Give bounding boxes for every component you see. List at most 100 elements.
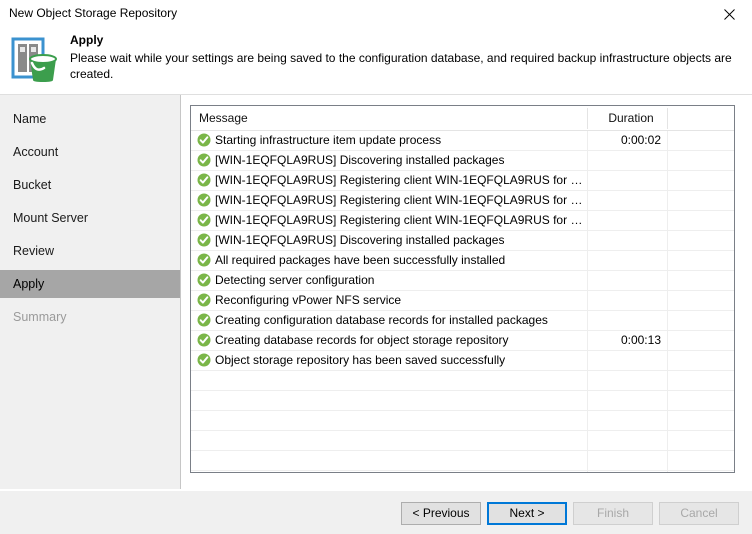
table-row[interactable]: [WIN-1EQFQLA9RUS] Registering client WIN…	[191, 171, 734, 191]
finish-button: Finish	[573, 502, 653, 525]
sidebar-item-summary: Summary	[13, 310, 67, 324]
sidebar-item-account[interactable]: Account	[0, 138, 180, 166]
row-message: Object storage repository has been saved…	[215, 353, 506, 367]
row-message: [WIN-1EQFQLA9RUS] Registering client WIN…	[215, 193, 583, 207]
row-divider-2	[667, 251, 668, 270]
table-row-empty	[191, 471, 734, 472]
row-divider-2	[667, 171, 668, 190]
table-row[interactable]: Detecting server configuration	[191, 271, 734, 291]
row-divider-1	[587, 251, 588, 270]
row-divider-2	[667, 211, 668, 230]
sidebar-item-apply[interactable]: Apply	[0, 270, 180, 298]
success-check-icon	[197, 333, 211, 347]
progress-list[interactable]: Message Duration Starting infrastructure…	[190, 105, 735, 473]
row-divider-2	[667, 471, 668, 472]
success-check-icon	[197, 233, 211, 247]
wizard-header: Apply Please wait while your settings ar…	[0, 28, 752, 95]
row-divider-1	[587, 131, 588, 150]
row-divider-2	[667, 371, 668, 390]
table-row[interactable]: [WIN-1EQFQLA9RUS] Registering client WIN…	[191, 191, 734, 211]
window-title: New Object Storage Repository	[9, 6, 178, 20]
header-divider-1[interactable]	[587, 108, 588, 129]
row-divider-1	[587, 451, 588, 470]
row-divider-1	[587, 171, 588, 190]
success-check-icon	[197, 353, 211, 367]
success-check-icon	[197, 313, 211, 327]
column-header-message[interactable]: Message	[199, 111, 248, 125]
row-message: Creating database records for object sto…	[215, 333, 509, 347]
table-row[interactable]: Creating database records for object sto…	[191, 331, 734, 351]
row-divider-2	[667, 391, 668, 410]
row-divider-1	[587, 231, 588, 250]
table-row[interactable]: All required packages have been successf…	[191, 251, 734, 271]
table-row[interactable]: Starting infrastructure item update proc…	[191, 131, 734, 151]
sidebar-item-mount-server[interactable]: Mount Server	[0, 204, 180, 232]
success-check-icon	[197, 193, 211, 207]
header-divider-2[interactable]	[667, 108, 668, 129]
row-divider-1	[587, 471, 588, 472]
success-check-icon	[197, 253, 211, 267]
wizard-step-sidebar: Name Account Bucket Mount Server Review Apply…	[0, 95, 181, 489]
success-check-icon	[197, 273, 211, 287]
sidebar-item-review[interactable]: Review	[0, 237, 180, 265]
row-divider-2	[667, 231, 668, 250]
table-row[interactable]: Reconfiguring vPower NFS service	[191, 291, 734, 311]
row-divider-2	[667, 151, 668, 170]
table-row-empty	[191, 411, 734, 431]
progress-list-body: Starting infrastructure item update proc…	[191, 131, 734, 472]
row-divider-2	[667, 311, 668, 330]
table-row[interactable]: [WIN-1EQFQLA9RUS] Discovering installed …	[191, 151, 734, 171]
table-row-empty	[191, 371, 734, 391]
close-icon	[723, 8, 735, 20]
row-message: All required packages have been successf…	[215, 253, 506, 267]
row-divider-1	[587, 391, 588, 410]
row-divider-1	[587, 351, 588, 370]
row-divider-2	[667, 331, 668, 350]
row-divider-1	[587, 311, 588, 330]
row-divider-2	[667, 271, 668, 290]
success-check-icon	[197, 173, 211, 187]
row-duration: 0:00:02	[620, 133, 661, 147]
row-message: Detecting server configuration	[215, 273, 375, 287]
cancel-button: Cancel	[659, 502, 739, 525]
page-description: Please wait while your settings are bein…	[70, 51, 732, 81]
table-row[interactable]: [WIN-1EQFQLA9RUS] Discovering installed …	[191, 231, 734, 251]
table-row[interactable]: [WIN-1EQFQLA9RUS] Registering client WIN…	[191, 211, 734, 231]
row-message: [WIN-1EQFQLA9RUS] Registering client WIN…	[215, 173, 583, 187]
sidebar-item-name[interactable]: Name	[0, 105, 180, 133]
row-message: Starting infrastructure item update proc…	[215, 133, 442, 147]
row-divider-2	[667, 351, 668, 370]
table-row-empty	[191, 431, 734, 451]
row-divider-1	[587, 291, 588, 310]
success-check-icon	[197, 293, 211, 307]
next-button[interactable]: Next >	[487, 502, 567, 525]
sidebar-item-bucket[interactable]: Bucket	[0, 171, 180, 199]
window-titlebar: New Object Storage Repository	[0, 0, 752, 28]
column-header-duration[interactable]: Duration	[595, 111, 667, 125]
row-divider-1	[587, 151, 588, 170]
row-divider-2	[667, 451, 668, 470]
success-check-icon	[197, 133, 211, 147]
progress-list-header: Message Duration	[191, 106, 734, 131]
row-divider-2	[667, 431, 668, 450]
table-row[interactable]: Object storage repository has been saved…	[191, 351, 734, 371]
page-title: Apply	[70, 33, 104, 47]
previous-button[interactable]: < Previous	[401, 502, 481, 525]
main-content: Message Duration Starting infrastructure…	[181, 95, 752, 489]
object-storage-repository-icon	[10, 35, 60, 85]
table-row[interactable]: Creating configuration database records …	[191, 311, 734, 331]
wizard-footer: < Previous Next > Finish Cancel	[0, 490, 752, 534]
close-button[interactable]	[706, 0, 752, 28]
success-check-icon	[197, 213, 211, 227]
row-message: [WIN-1EQFQLA9RUS] Discovering installed …	[215, 153, 505, 167]
row-duration: 0:00:13	[620, 333, 661, 347]
row-divider-1	[587, 271, 588, 290]
row-divider-1	[587, 331, 588, 350]
row-divider-1	[587, 211, 588, 230]
row-divider-2	[667, 191, 668, 210]
row-divider-2	[667, 291, 668, 310]
table-row-empty	[191, 391, 734, 411]
row-message: [WIN-1EQFQLA9RUS] Registering client WIN…	[215, 213, 583, 227]
success-check-icon	[197, 153, 211, 167]
row-divider-2	[667, 131, 668, 150]
